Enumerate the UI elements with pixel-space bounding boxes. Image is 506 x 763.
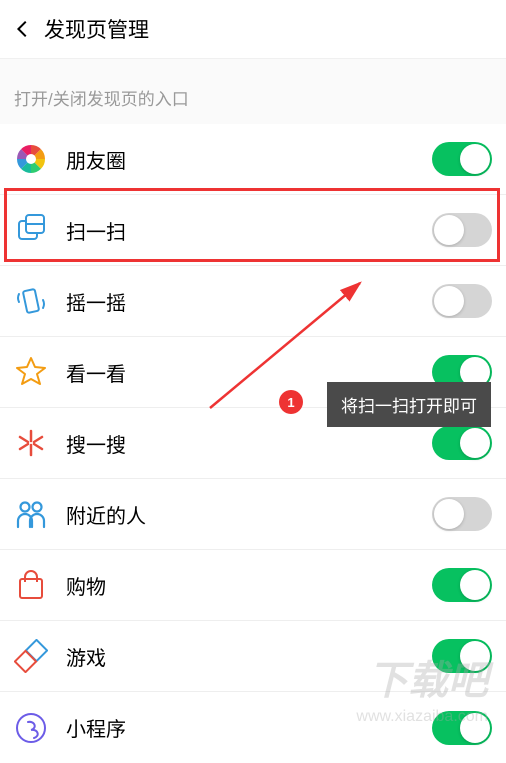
item-label: 购物	[66, 571, 432, 600]
section-label: 打开/关闭发现页的入口	[0, 59, 506, 124]
item-miniprogram: 小程序	[0, 692, 506, 763]
miniprogram-icon	[14, 711, 48, 745]
search-icon	[14, 426, 48, 460]
toggle-search[interactable]	[432, 426, 492, 460]
toggle-shop[interactable]	[432, 568, 492, 602]
annotation-tooltip: 将扫一扫打开即可	[327, 382, 491, 427]
moments-icon	[14, 142, 48, 176]
scan-icon	[14, 213, 48, 247]
item-moments: 朋友圈	[0, 124, 506, 195]
item-shake: 摇一摇	[0, 266, 506, 337]
item-label: 附近的人	[66, 500, 432, 529]
shake-icon	[14, 284, 48, 318]
item-label: 游戏	[66, 642, 432, 671]
settings-list: 朋友圈 扫一扫 摇一摇	[0, 124, 506, 763]
item-label: 小程序	[66, 713, 432, 742]
header: 发现页管理	[0, 0, 506, 59]
annotation-badge: 1	[279, 390, 303, 414]
item-label: 摇一摇	[66, 287, 432, 316]
toggle-game[interactable]	[432, 639, 492, 673]
item-label: 扫一扫	[66, 216, 432, 245]
toggle-miniprogram[interactable]	[432, 711, 492, 745]
toggle-scan[interactable]	[432, 213, 492, 247]
look-icon	[14, 355, 48, 389]
page-title: 发现页管理	[44, 14, 149, 44]
toggle-moments[interactable]	[432, 142, 492, 176]
item-shop: 购物	[0, 550, 506, 621]
item-scan: 扫一扫	[0, 195, 506, 266]
item-label: 搜一搜	[66, 429, 432, 458]
game-icon	[14, 639, 48, 673]
back-icon[interactable]	[12, 18, 34, 40]
item-label: 朋友圈	[66, 145, 432, 174]
toggle-shake[interactable]	[432, 284, 492, 318]
item-game: 游戏	[0, 621, 506, 692]
nearby-icon	[14, 497, 48, 531]
shop-icon	[14, 568, 48, 602]
item-nearby: 附近的人	[0, 479, 506, 550]
toggle-nearby[interactable]	[432, 497, 492, 531]
